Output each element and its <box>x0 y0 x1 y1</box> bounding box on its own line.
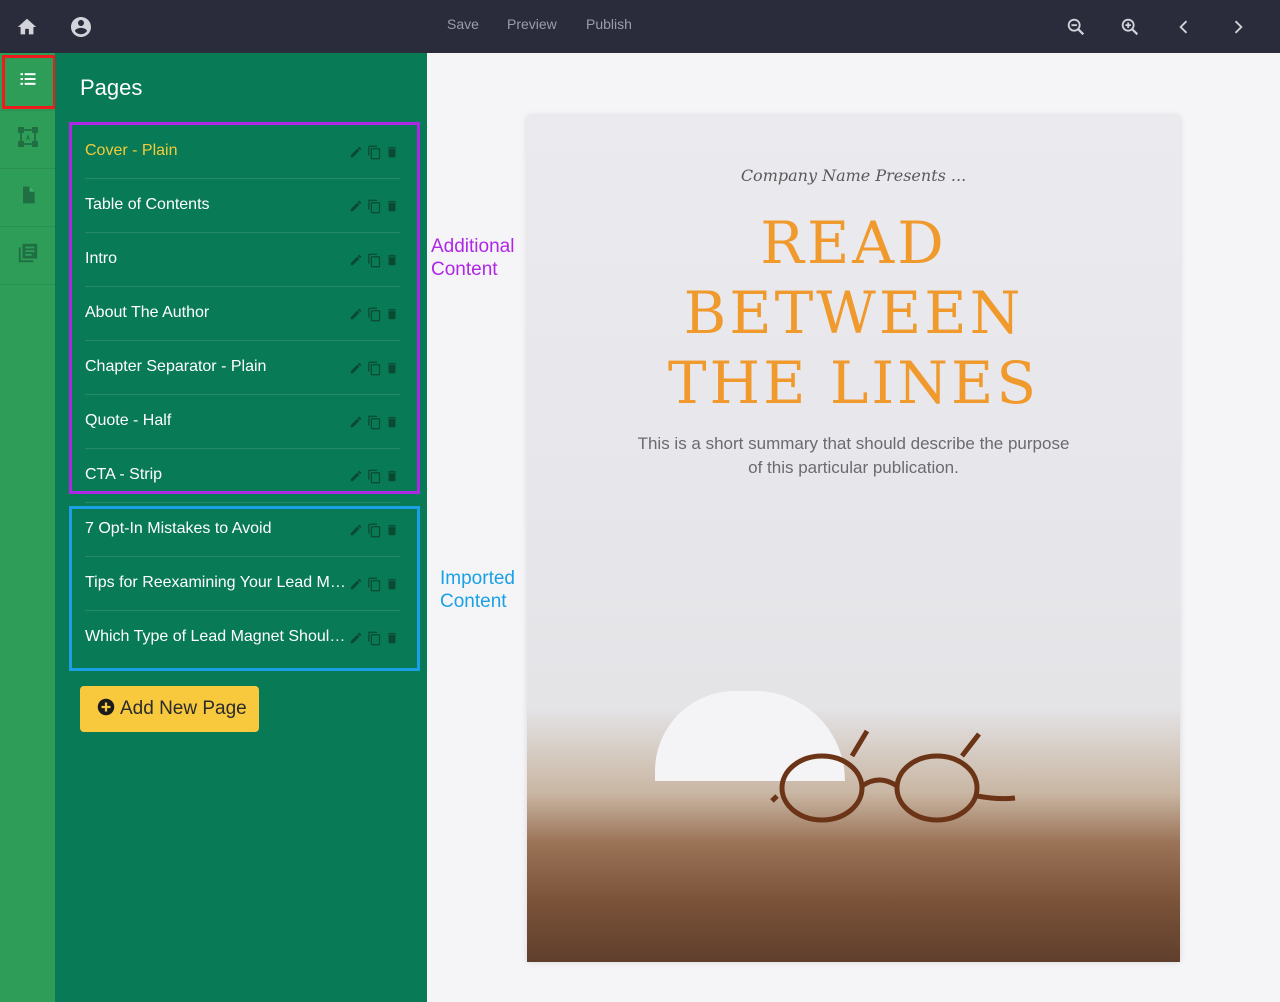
edit-icon[interactable] <box>348 468 364 484</box>
copy-icon[interactable] <box>366 144 382 160</box>
copy-icon[interactable] <box>366 306 382 322</box>
page-row[interactable]: About The Author <box>85 287 400 341</box>
row-actions <box>348 576 400 592</box>
copy-icon[interactable] <box>366 576 382 592</box>
page-label: Intro <box>85 250 118 267</box>
row-actions <box>348 306 400 322</box>
zoom-in-icon[interactable] <box>1117 14 1143 40</box>
title-line-3: THE LINES <box>667 349 1040 417</box>
zoom-out-icon[interactable] <box>1063 14 1089 40</box>
layout-tab[interactable] <box>0 111 55 169</box>
delete-icon[interactable] <box>384 198 400 214</box>
delete-icon[interactable] <box>384 306 400 322</box>
page-label: About The Author <box>85 304 210 321</box>
page-label: Which Type of Lead Magnet Should You Use <box>85 628 347 645</box>
page-row[interactable]: Quote - Half <box>85 395 400 449</box>
glasses-illustration <box>770 729 1016 823</box>
edit-icon[interactable] <box>348 252 364 268</box>
add-new-page-button[interactable]: Add New Page <box>80 686 259 732</box>
home-icon[interactable] <box>14 14 40 40</box>
page-row[interactable]: Table of Contents <box>85 179 400 233</box>
library-icon <box>17 242 39 269</box>
preview-button[interactable]: Preview <box>507 16 557 32</box>
page-label: Quote - Half <box>85 412 172 429</box>
additional-content-annotation: Additional Content <box>431 236 515 280</box>
row-actions <box>348 630 400 646</box>
edit-icon[interactable] <box>348 360 364 376</box>
title-line-2: BETWEEN <box>683 279 1024 347</box>
delete-icon[interactable] <box>384 414 400 430</box>
copy-icon[interactable] <box>366 414 382 430</box>
document-preview[interactable]: Company Name Presents ... READ BETWEEN T… <box>527 116 1180 962</box>
plus-circle-icon <box>97 698 115 721</box>
page-tab[interactable] <box>0 169 55 227</box>
title-line-1: READ <box>760 209 947 277</box>
edit-icon[interactable] <box>348 306 364 322</box>
page-label: Chapter Separator - Plain <box>85 358 267 375</box>
copy-icon[interactable] <box>366 630 382 646</box>
delete-icon[interactable] <box>384 522 400 538</box>
row-actions <box>348 252 400 268</box>
page-label: 7 Opt-In Mistakes to Avoid <box>85 520 272 537</box>
page-row[interactable]: Which Type of Lead Magnet Should You Use <box>85 611 400 665</box>
copy-icon[interactable] <box>366 252 382 268</box>
page-row[interactable]: Tips for Reexamining Your Lead Magnet <box>85 557 400 611</box>
document-presents: Company Name Presents ... <box>740 166 967 185</box>
pages-panel: Pages Cover - Plain Table of Contents In… <box>55 53 427 1002</box>
copy-icon[interactable] <box>366 522 382 538</box>
row-actions <box>348 414 400 430</box>
edit-icon[interactable] <box>348 144 364 160</box>
chevron-left-icon[interactable] <box>1171 14 1197 40</box>
page-label: Cover - Plain <box>85 142 178 159</box>
page-icon <box>18 184 38 211</box>
row-actions <box>348 360 400 376</box>
icon-rail <box>0 53 55 1002</box>
page-row[interactable]: Chapter Separator - Plain <box>85 341 400 395</box>
chevron-right-icon[interactable] <box>1225 14 1251 40</box>
delete-icon[interactable] <box>384 360 400 376</box>
page-row[interactable]: Cover - Plain <box>85 125 400 179</box>
page-row[interactable]: 7 Opt-In Mistakes to Avoid <box>85 503 400 557</box>
delete-icon[interactable] <box>384 252 400 268</box>
library-tab[interactable] <box>0 227 55 285</box>
delete-icon[interactable] <box>384 144 400 160</box>
publish-button[interactable]: Publish <box>586 16 632 32</box>
layout-icon <box>16 125 40 154</box>
list-icon <box>18 69 38 94</box>
page-label: CTA - Strip <box>85 466 163 483</box>
delete-icon[interactable] <box>384 576 400 592</box>
delete-icon[interactable] <box>384 468 400 484</box>
copy-icon[interactable] <box>366 360 382 376</box>
account-icon[interactable] <box>68 14 94 40</box>
document-summary: This is a short summary that should desc… <box>637 434 1070 477</box>
panel-title: Pages <box>80 75 143 100</box>
row-actions <box>348 198 400 214</box>
edit-icon[interactable] <box>348 522 364 538</box>
row-actions <box>348 522 400 538</box>
add-new-page-label: Add New Page <box>120 698 247 719</box>
page-row[interactable]: Intro <box>85 233 400 287</box>
page-label: Table of Contents <box>85 196 210 213</box>
delete-icon[interactable] <box>384 630 400 646</box>
document-title: READ BETWEEN THE LINES <box>527 208 1180 418</box>
edit-icon[interactable] <box>348 198 364 214</box>
row-actions <box>348 468 400 484</box>
copy-icon[interactable] <box>366 468 382 484</box>
edit-icon[interactable] <box>348 576 364 592</box>
row-actions <box>348 144 400 160</box>
copy-icon[interactable] <box>366 198 382 214</box>
page-label: Tips for Reexamining Your Lead Magnet <box>85 574 347 591</box>
edit-icon[interactable] <box>348 414 364 430</box>
save-button[interactable]: Save <box>447 16 479 32</box>
page-row[interactable]: CTA - Strip <box>85 449 400 503</box>
pages-tab[interactable] <box>0 53 55 111</box>
top-toolbar: Save Preview Publish <box>0 0 1280 53</box>
edit-icon[interactable] <box>348 630 364 646</box>
imported-content-annotation: Imported Content <box>440 568 515 612</box>
